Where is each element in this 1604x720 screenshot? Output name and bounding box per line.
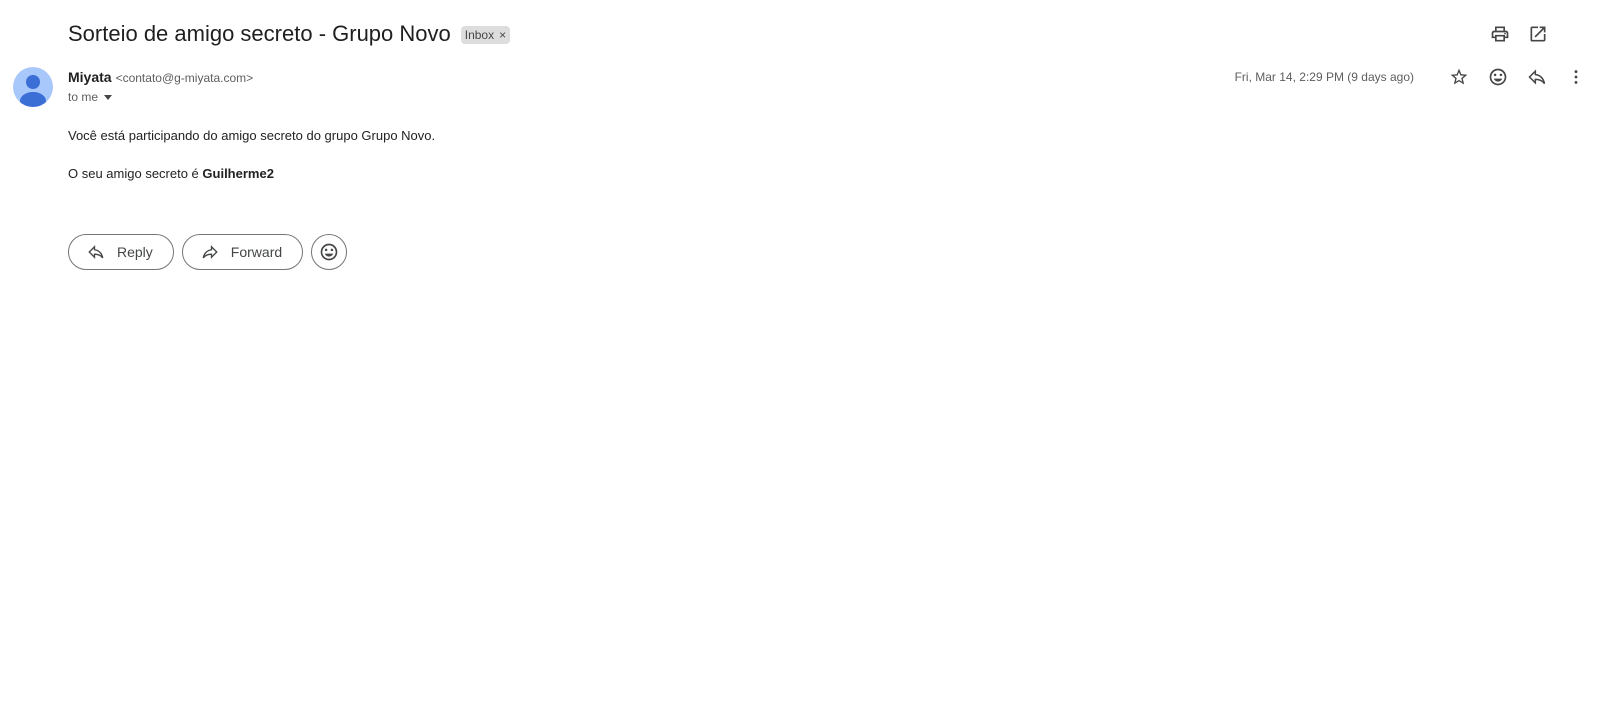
sender-name[interactable]: Miyata: [68, 69, 112, 85]
body-line-2: O seu amigo secreto é Guilherme2: [68, 166, 435, 182]
recipient-row: to me: [68, 90, 113, 104]
email-header: Sorteio de amigo secreto - Grupo Novo In…: [68, 20, 511, 48]
show-details-dropdown-icon[interactable]: [104, 94, 113, 100]
email-date: Fri, Mar 14, 2:29 PM (9 days ago): [1234, 70, 1414, 84]
star-icon[interactable]: [1447, 65, 1471, 89]
forward-arrow-icon: [202, 245, 218, 259]
inbox-label-chip[interactable]: Inbox ×: [460, 26, 511, 44]
remove-label-button[interactable]: ×: [499, 28, 506, 42]
email-subject: Sorteio de amigo secreto - Grupo Novo: [68, 21, 451, 46]
more-vert-icon[interactable]: [1564, 65, 1588, 89]
sender-avatar[interactable]: [13, 67, 53, 107]
recipient-text: to me: [68, 90, 99, 104]
reply-button-label: Reply: [117, 244, 153, 260]
emoji-icon: [320, 243, 338, 261]
reply-icon[interactable]: [1525, 65, 1549, 89]
sender-info: Miyata <contato@g-miyata.com>: [68, 69, 253, 85]
emoji-reaction-button[interactable]: [311, 234, 348, 270]
emoji-icon[interactable]: [1486, 65, 1510, 89]
top-actions: [1488, 22, 1550, 46]
message-meta: Fri, Mar 14, 2:29 PM (9 days ago): [1235, 65, 1588, 89]
body-line-2-prefix: O seu amigo secreto é: [68, 166, 203, 181]
body-line-1: Você está participando do amigo secreto …: [68, 128, 436, 143]
forward-button[interactable]: Forward: [181, 234, 304, 270]
reply-arrow-icon: [88, 245, 104, 259]
reply-actions: Reply Forward: [68, 234, 348, 270]
forward-button-label: Forward: [230, 244, 283, 260]
email-body: Você está participando do amigo secreto …: [68, 128, 435, 204]
sender-email: <contato@g-miyata.com>: [115, 71, 254, 85]
person-icon: [20, 75, 46, 107]
open-in-new-window-icon[interactable]: [1526, 22, 1550, 46]
print-icon[interactable]: [1488, 22, 1512, 46]
label-text: Inbox: [464, 28, 495, 42]
reply-button[interactable]: Reply: [68, 234, 174, 270]
secret-friend-name: Guilherme2: [202, 166, 274, 181]
